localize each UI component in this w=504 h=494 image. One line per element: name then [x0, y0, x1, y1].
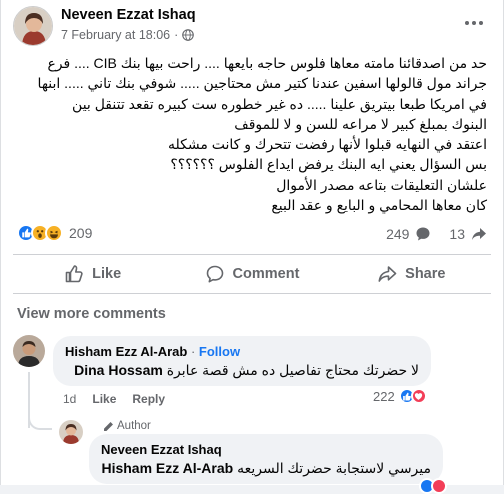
- like-button[interactable]: Like: [13, 257, 172, 291]
- commenter-avatar[interactable]: [13, 335, 45, 367]
- post-line: كان معاها المحامي و البايع و عقد البيع: [271, 197, 487, 214]
- more-dot: [479, 21, 483, 25]
- post-actions: Like Comment Share: [13, 257, 491, 291]
- globe-icon: [182, 29, 195, 41]
- post-line: اعتقد في النهايه قبلوا لأنها رفضت تتحرك …: [168, 136, 487, 153]
- post-line: بس السؤال يعني ايه البنك يرفض ايداع الفل…: [170, 156, 487, 173]
- comment-icon: [416, 227, 430, 241]
- comment-label: Comment: [232, 266, 300, 282]
- reaction-summary[interactable]: 209: [17, 224, 92, 242]
- post-line: حد من اصدقائنا مامته معاها فلوس حاجه باي…: [47, 55, 487, 71]
- like-label: Like: [92, 266, 122, 282]
- author-badge-label: Author: [117, 420, 151, 432]
- reaction-count: 209: [69, 225, 93, 241]
- comment-text: لا حضرتك محتاج تفاصيل ده مش قصة عابرة Di…: [65, 362, 419, 379]
- post-body: حد من اصدقائنا مامته معاها فلوس حاجه باي…: [17, 53, 487, 215]
- comment-bubble: Hisham Ezz Al-Arab · Follow لا حضرتك محت…: [53, 336, 431, 386]
- reply-text: ميرسي لاستجابة حضرتك السريعه Hisham Ezz …: [101, 460, 431, 477]
- post-line: البنوك بمبلغ كبير لا مراعه للسن و لا للم…: [234, 115, 487, 132]
- comment-actions: 1d Like Reply: [63, 392, 165, 406]
- mention-link[interactable]: Dina Hossam: [74, 362, 163, 378]
- post-stats: 249 13: [386, 226, 487, 242]
- reply-bubble: Neveen Ezzat Ishaq ميرسي لاستجابة حضرتك …: [89, 434, 443, 484]
- comment-reply-button[interactable]: Reply: [132, 392, 165, 406]
- love-reaction-icon: [431, 478, 447, 494]
- comment-button[interactable]: Comment: [172, 257, 331, 291]
- comment-reactions[interactable]: 222: [373, 388, 427, 404]
- view-more-comments-link[interactable]: View more comments: [17, 306, 166, 322]
- post-card: Neveen Ezzat Ishaq 7 February at 18:06 ·…: [0, 0, 504, 494]
- share-icon: [472, 228, 486, 240]
- comment-like-button[interactable]: Like: [92, 392, 116, 406]
- more-dot: [472, 21, 476, 25]
- more-dot: [465, 21, 469, 25]
- author-badge: Author: [103, 420, 151, 432]
- love-reaction-icon: [410, 388, 427, 404]
- comment-author-name[interactable]: Hisham Ezz Al-Arab: [65, 344, 187, 359]
- thumbs-up-icon: [65, 265, 83, 283]
- mention-link[interactable]: Hisham Ezz Al-Arab: [101, 460, 233, 476]
- post-line: جراند مول قالولها اسفين عندنا كتير مش مح…: [37, 75, 487, 92]
- author-avatar[interactable]: [13, 6, 53, 46]
- share-count[interactable]: 13: [449, 226, 465, 242]
- comment-count[interactable]: 249: [386, 226, 409, 242]
- reply-reactions[interactable]: [419, 478, 447, 494]
- share-button[interactable]: Share: [332, 257, 491, 291]
- post-author-name[interactable]: Neveen Ezzat Ishaq: [61, 7, 196, 23]
- more-options-button[interactable]: [459, 12, 489, 34]
- haha-reaction-icon: [45, 224, 63, 242]
- comment-body: لا حضرتك محتاج تفاصيل ده مش قصة عابرة: [166, 362, 419, 378]
- post-line: في امريكا طبعا بيتريق علينا ..... ده غير…: [72, 95, 487, 112]
- reply-body: ميرسي لاستجابة حضرتك السريعه: [237, 460, 431, 476]
- share-arrow-icon: [378, 266, 397, 282]
- post-meta: 7 February at 18:06 ·: [61, 28, 195, 42]
- reply-author-avatar[interactable]: [59, 420, 83, 444]
- share-label: Share: [405, 266, 446, 282]
- comment-reaction-count: 222: [373, 388, 395, 404]
- meta-separator: ·: [174, 28, 179, 42]
- divider: [13, 254, 491, 255]
- post-date[interactable]: 7 February at 18:06: [61, 28, 170, 42]
- thread-connector: [28, 412, 52, 430]
- divider: [13, 293, 491, 294]
- comment-author-line: Hisham Ezz Al-Arab · Follow: [65, 344, 419, 359]
- post-line: علشان التعليقات بتاعه مصدر الأموال: [276, 176, 487, 193]
- comment-bubble-icon: [206, 265, 223, 283]
- follow-button[interactable]: Follow: [199, 344, 240, 359]
- reply-author-name[interactable]: Neveen Ezzat Ishaq: [101, 442, 431, 457]
- pencil-icon: [104, 421, 113, 431]
- name-separator: ·: [190, 344, 196, 359]
- comment-time[interactable]: 1d: [63, 392, 76, 406]
